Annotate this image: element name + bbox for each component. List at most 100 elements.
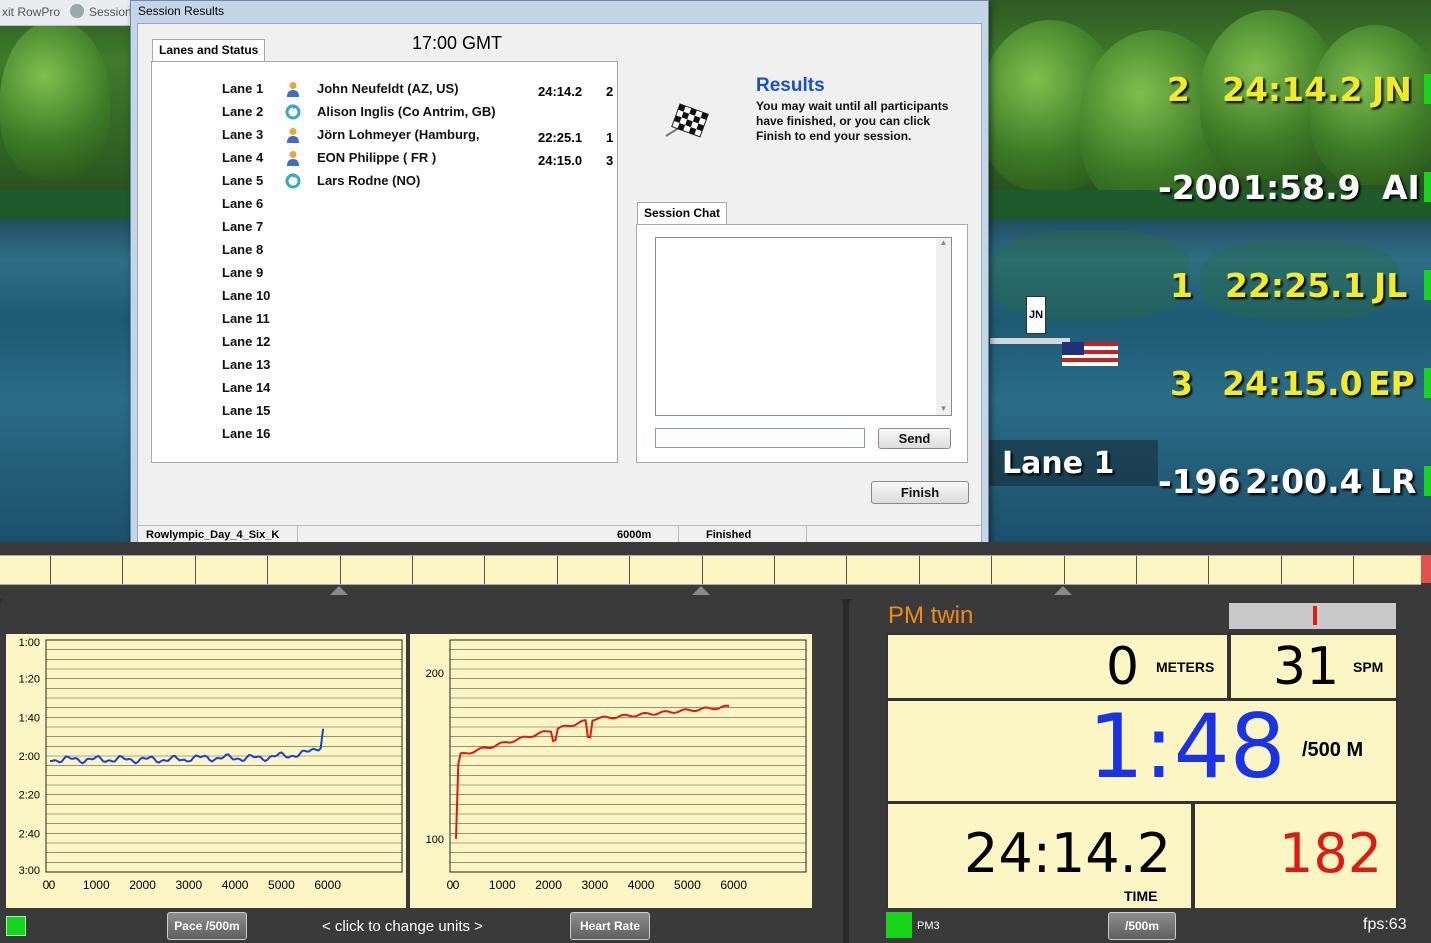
x-tick-label: 4000 bbox=[628, 878, 655, 892]
ruler-tick bbox=[1064, 556, 1065, 584]
lane-label: Lane 1 bbox=[222, 81, 264, 96]
dialog-body: 17:00 GMT Lanes and Status Lane 1 John Ne… bbox=[137, 23, 982, 551]
ruler-tick bbox=[1353, 556, 1354, 584]
course-ruler-strip bbox=[0, 555, 1421, 585]
pace-cell: 1:48 /500 M bbox=[888, 695, 1396, 801]
dialog-title: Session Results bbox=[138, 4, 225, 18]
exit-label[interactable]: xit RowPro bbox=[2, 5, 60, 19]
participant-time: 24:15.0 bbox=[538, 153, 583, 168]
spm-cell: 31 SPM bbox=[1231, 635, 1396, 698]
hud-time-3: 22:25.1 bbox=[1225, 266, 1366, 305]
spm-value: 31 bbox=[1273, 637, 1340, 697]
chat-input[interactable] bbox=[655, 428, 865, 448]
lane-label: Lane 13 bbox=[222, 357, 271, 372]
lane-label: Lane 3 bbox=[222, 127, 264, 142]
participant-name: John Neufeldt (AZ, US) bbox=[317, 81, 459, 96]
lane-label: Lane 4 bbox=[222, 150, 264, 165]
heart-rate-button[interactable]: Heart Rate bbox=[570, 912, 650, 940]
ruler-tick bbox=[774, 556, 775, 584]
pace-chart[interactable]: 1:00 1:20 1:40 2:00 2:20 2:40 3:00 1000 2000 3000… bbox=[6, 634, 406, 908]
y-tick-label: 2:20 bbox=[19, 790, 40, 802]
heart-rate-chart[interactable]: 200 100 1000 2000 3000 4000 5000 6000 0 0 bbox=[410, 634, 812, 908]
send-button[interactable]: Send bbox=[878, 428, 951, 449]
lane-label: Lane 6 bbox=[222, 196, 264, 211]
change-units-hint[interactable]: < click to change units > bbox=[322, 918, 483, 935]
pm-units-button[interactable]: /500m bbox=[1108, 912, 1176, 940]
y-tick-label: 3:00 bbox=[19, 865, 40, 877]
pace-units-button[interactable]: Pace /500m bbox=[167, 912, 247, 940]
ruler-tick bbox=[629, 556, 630, 584]
spm-unit: SPM bbox=[1353, 659, 1384, 675]
x-tick-label: 5000 bbox=[268, 878, 295, 892]
lanes-panel: Lane 1 John Neufeldt (AZ, US) 24:14.2 2 Lane… bbox=[151, 61, 618, 463]
results-text: You may wait until all participants have… bbox=[756, 99, 949, 143]
person-icon bbox=[285, 150, 301, 166]
pace-value: 1:48 bbox=[1088, 695, 1286, 798]
participant-position: 1 bbox=[606, 130, 614, 145]
hud-time-4: 24:15.0 bbox=[1222, 364, 1363, 403]
boat-tag: JN bbox=[1026, 296, 1046, 334]
session-time: 17:00 GMT bbox=[412, 33, 503, 53]
y-tick-label: 100 bbox=[426, 834, 444, 846]
participant-position: 2 bbox=[606, 84, 614, 99]
finish-button[interactable]: Finish bbox=[871, 481, 969, 504]
boat-hull bbox=[990, 338, 1070, 344]
y-tick-label: 200 bbox=[426, 668, 444, 680]
tab-session-chat[interactable]: Session Chat bbox=[637, 202, 728, 224]
lane-label: Lane 14 bbox=[222, 380, 271, 395]
participant-time: 22:25.1 bbox=[538, 130, 583, 145]
ruler-tick bbox=[412, 556, 413, 584]
x-tick-label: 2000 bbox=[129, 878, 156, 892]
chat-log[interactable]: ▲ ▼ bbox=[655, 237, 952, 416]
x-tick-label: 5000 bbox=[674, 878, 701, 892]
hud-code-1: JN bbox=[1372, 70, 1412, 109]
heart-rate-value: 182 bbox=[1279, 822, 1383, 885]
participant-name: Lars Rodne (NO) bbox=[317, 173, 421, 188]
participant-name: Alison Inglis (Co Antrim, GB) bbox=[317, 104, 496, 119]
fps-counter: fps:63 bbox=[1363, 916, 1407, 933]
hud-time-1: 24:14.2 bbox=[1222, 70, 1363, 109]
session-menu[interactable]: Session bbox=[89, 5, 132, 19]
status-led bbox=[6, 916, 26, 936]
lane-label: Lane 7 bbox=[222, 219, 264, 234]
hud-pos-5: -196 bbox=[1158, 462, 1241, 501]
results-heading: Results bbox=[756, 75, 825, 96]
x-tick-label: 3000 bbox=[581, 878, 608, 892]
x-tick-label: 1000 bbox=[489, 878, 516, 892]
hud-time-2: 1:58.9 bbox=[1243, 168, 1361, 207]
hud-code-3: JL bbox=[1374, 266, 1408, 305]
y-tick-label: 2:00 bbox=[19, 751, 40, 763]
pm-connection-led bbox=[886, 912, 912, 938]
hud-code-2: AI bbox=[1382, 168, 1420, 207]
pm-title: PM twin bbox=[888, 602, 974, 629]
lane-label: Lane 12 bbox=[222, 334, 271, 349]
time-value: 24:14.2 bbox=[964, 822, 1172, 885]
hud-code-5: LR bbox=[1370, 462, 1417, 501]
meters-unit: METERS bbox=[1156, 659, 1215, 675]
hud-pos-1: 2 bbox=[1167, 70, 1190, 109]
ruler-tick bbox=[1136, 556, 1137, 584]
chat-panel: ▲ ▼ Send bbox=[636, 224, 968, 463]
lane-label: Lane 15 bbox=[222, 403, 271, 418]
y-tick-label: 1:40 bbox=[19, 712, 40, 724]
y-tick-label: 2:40 bbox=[19, 828, 40, 840]
x-origin-label: 0 bbox=[49, 878, 56, 892]
x-tick-label: 3000 bbox=[175, 878, 202, 892]
pm-progress bbox=[1229, 603, 1396, 629]
lane-label: Lane 8 bbox=[222, 242, 264, 257]
x-origin-label: 0 bbox=[453, 878, 460, 892]
tree bbox=[0, 20, 110, 180]
sync-icon bbox=[285, 173, 301, 189]
meters-value: 0 bbox=[1106, 637, 1140, 697]
app-toolbar: xit RowPro Session bbox=[0, 0, 140, 26]
ruler-marker bbox=[1054, 586, 1072, 595]
chat-scrollbar[interactable]: ▲ ▼ bbox=[936, 238, 951, 415]
us-flag-icon bbox=[1062, 342, 1118, 366]
hud-time-5: 2:00.4 bbox=[1245, 462, 1363, 501]
tab-lanes-and-status[interactable]: Lanes and Status bbox=[152, 39, 266, 61]
ruler-tick bbox=[557, 556, 558, 584]
ruler-end-marker bbox=[1421, 555, 1431, 583]
session-icon bbox=[70, 4, 84, 18]
ruler-marker bbox=[330, 586, 348, 595]
time-unit: TIME bbox=[1124, 888, 1158, 904]
